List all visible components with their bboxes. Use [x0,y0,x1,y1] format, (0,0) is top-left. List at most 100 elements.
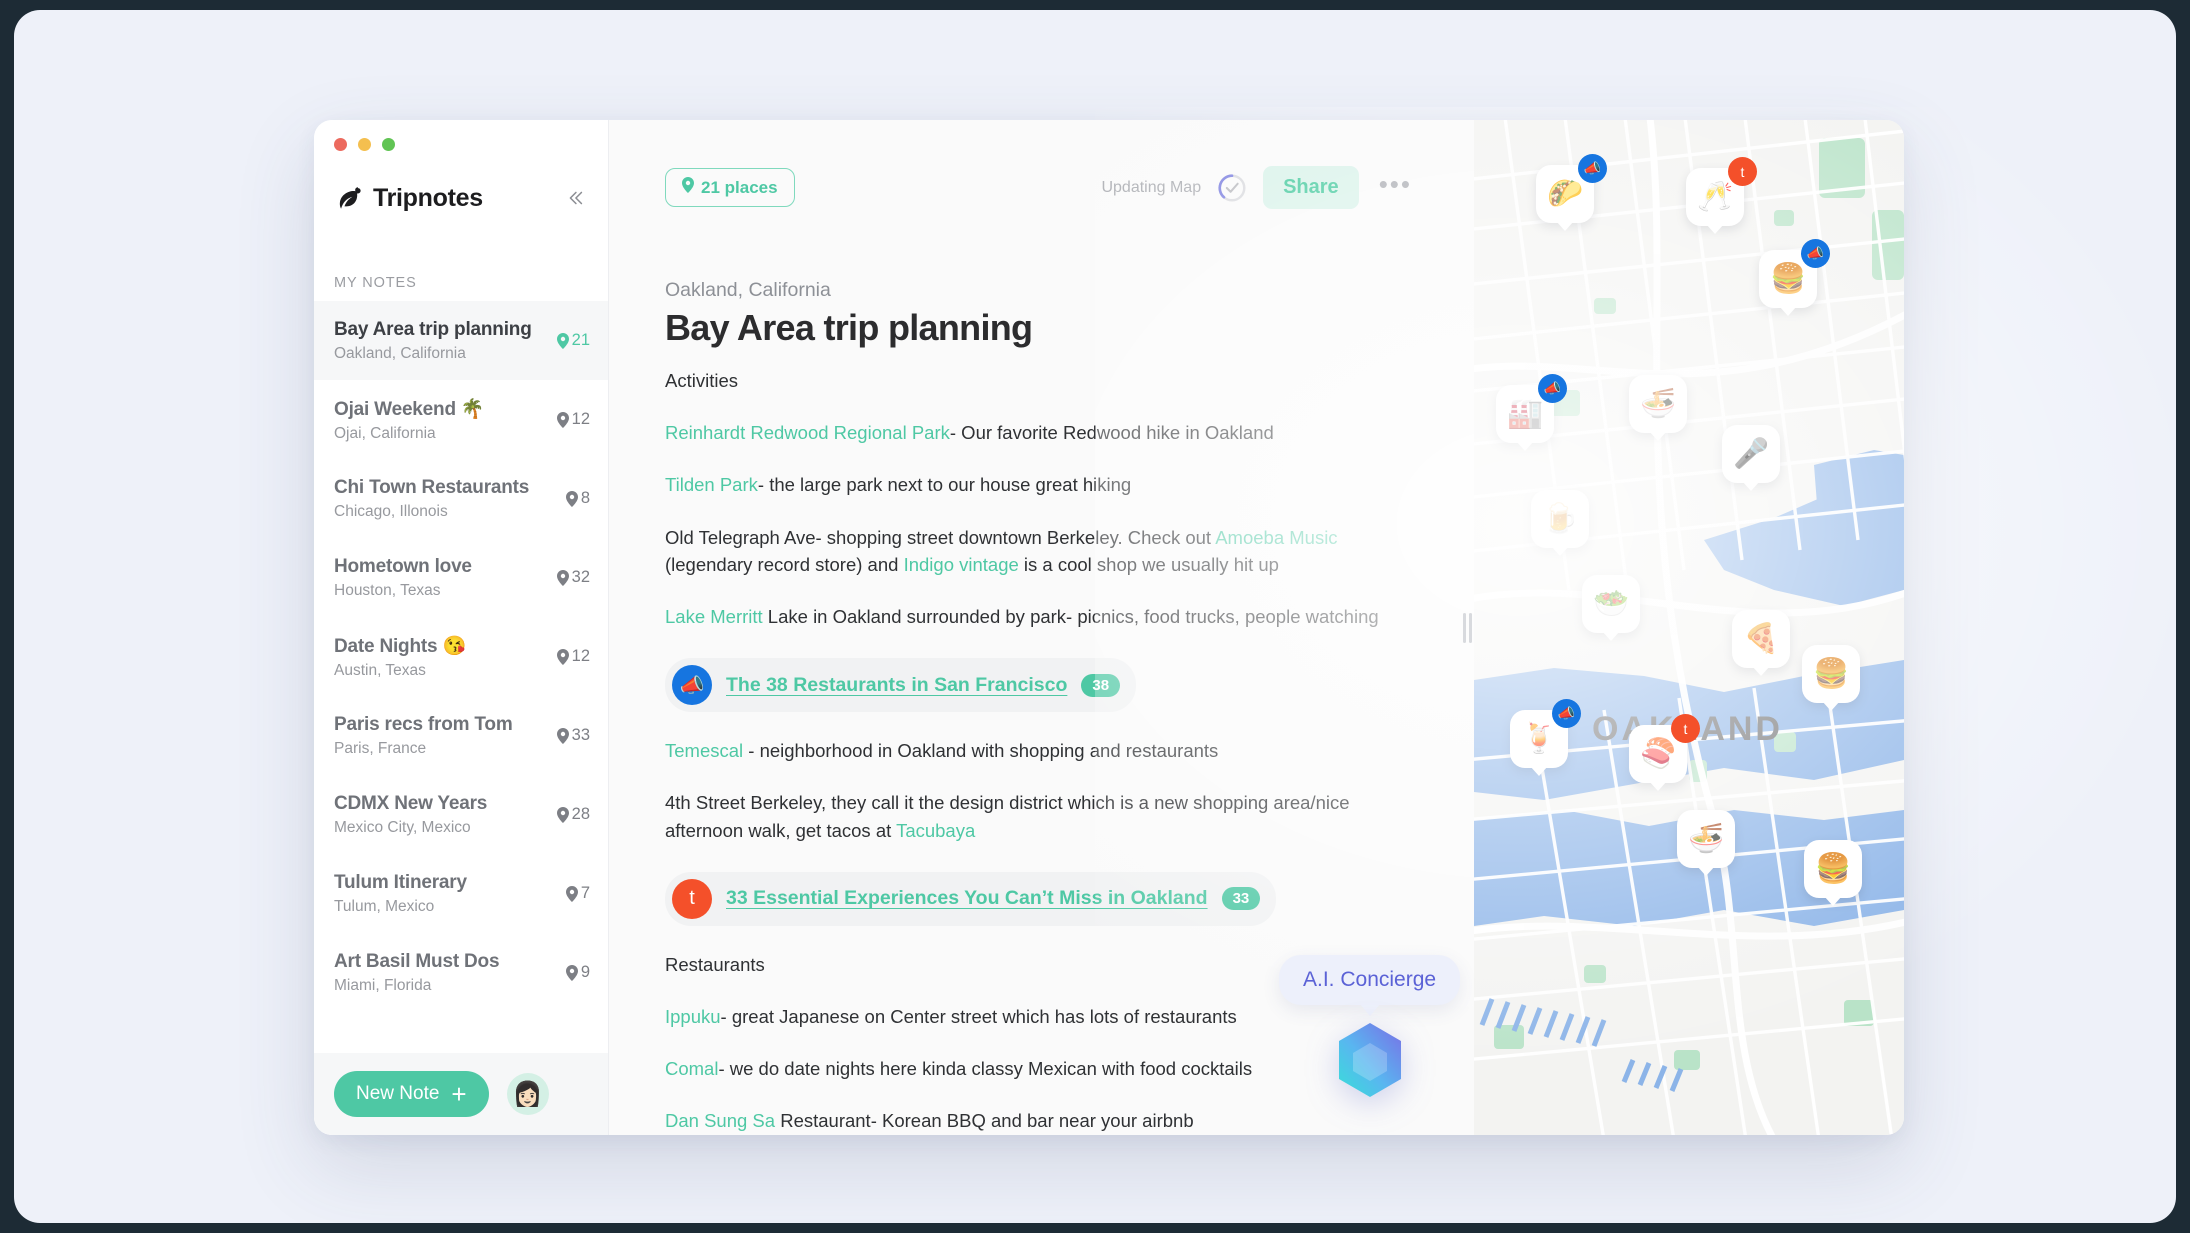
note-item-text: Chi Town Restaurants Chicago, Illonois [334,477,558,521]
note-item-title: CDMX New Years [334,792,488,814]
note-list-item[interactable]: CDMX New Years Mexico City, Mexico 28 [314,775,608,854]
embedded-link-title[interactable]: 33 Essential Experiences You Can’t Miss … [726,887,1208,910]
factory-pin[interactable]: 🏭 📣 [1496,374,1567,443]
note-text-run: - we do date nights here kinda classy Me… [718,1058,1253,1080]
thrillist-badge-icon: t [1728,157,1757,186]
drinks-pin[interactable]: 🥂 t [1686,157,1757,226]
section-heading-activities: Activities [665,370,738,391]
note-place-link[interactable]: Temescal [665,740,743,761]
note-text-run: - neighborhood in Oakland with shopping … [743,740,1219,762]
taco-pin[interactable]: 🌮 📣 [1536,154,1607,223]
megaphone-badge-icon: 📣 [1552,699,1581,728]
pizza-pin[interactable]: 🍕 [1732,610,1790,668]
beer-pin[interactable]: 🍺 [1531,490,1589,548]
karaoke-pin[interactable]: 🎤 [1722,425,1780,483]
note-title[interactable]: Bay Area trip planning [665,307,1418,349]
chevron-double-left-icon[interactable] [562,185,588,211]
note-item-count-value: 8 [580,489,590,507]
note-text-run: - great Japanese on Center street which … [720,1005,1237,1027]
close-window-button[interactable] [334,138,347,151]
note-item-place-count: 21 [556,331,590,350]
check-spinner-icon [1215,171,1249,205]
note-item-location: Ojai, California [334,424,436,442]
note-item-count-value: 7 [580,884,590,902]
places-count-pill[interactable]: 21 places [665,168,795,207]
activities-blocks: Reinhardt Redwood Regional Park- Our fav… [665,419,1418,630]
note-list-item[interactable]: Paris recs from Tom Paris, France 33 [314,696,608,775]
notes-list: Bay Area trip planning Oakland, Californi… [314,301,608,1053]
note-place-link[interactable]: Tilden Park [665,474,758,495]
burger3-pin[interactable]: 🍔 [1804,840,1862,898]
note-item-location: Austin, Texas [334,661,426,679]
share-button[interactable]: Share [1263,166,1359,209]
note-paragraph: Dan Sung Sa Restaurant- Korean BBQ and b… [665,1107,1418,1134]
note-place-link[interactable]: Dan Sung Sa [665,1110,775,1131]
burger2-pin[interactable]: 🍔 [1802,645,1860,703]
note-item-count-value: 32 [571,568,590,586]
new-note-button[interactable]: New Note + [334,1071,489,1117]
sidebar: Tripnotes MY NOTES Bay Area trip plannin… [314,120,609,1135]
note-list-item[interactable]: Ojai Weekend 🌴 Ojai, California 12 [314,380,608,459]
note-item-text: Bay Area trip planning Oakland, Californi… [334,319,549,363]
sushi-pin[interactable]: 🍣 t [1629,714,1700,783]
note-place-link[interactable]: Lake Merritt [665,606,763,627]
note-place-link[interactable]: Amoeba Music [1215,527,1337,548]
pane-resize-handle[interactable] [1460,120,1474,1135]
cocktail-pin[interactable]: 🍹 📣 [1510,699,1581,768]
note-item-place-count: 12 [556,410,590,429]
embedded-link-badge: 38 [1081,673,1121,697]
avatar[interactable]: 👩🏻 [506,1073,549,1115]
map-panel[interactable]: OAKLANDALA 🌮📣🥂t🍔📣🍜🏭📣🎤🍺🥗🍕🍔🍹📣🍣t🍜🍔 [1474,120,1904,1135]
new-note-label: New Note [356,1083,440,1104]
note-place-link[interactable]: Ippuku [665,1006,721,1027]
note-item-title: Date Nights 😘 [334,635,466,657]
note-list-item[interactable]: Date Nights 😘 Austin, Texas 12 [314,617,608,696]
embedded-link-title[interactable]: The 38 Restaurants in San Francisco [726,674,1067,697]
note-item-title: Paris recs from Tom [334,713,513,735]
note-list-item[interactable]: Hometown love Houston, Texas 32 [314,538,608,617]
noodles2-pin[interactable]: 🍜 [1677,810,1735,868]
window-traffic-lights [314,120,608,151]
note-paragraph: 4th Street Berkeley, they call it the de… [665,789,1418,843]
salad-pin[interactable]: 🥗 [1582,575,1640,633]
note-text-run: Lake in Oakland surrounded by park- picn… [762,605,1379,627]
note-paragraph: Tilden Park- the large park next to our … [665,471,1418,498]
note-place-link[interactable]: Tacubaya [896,820,975,841]
embedded-link-card-2[interactable]: t 33 Essential Experiences You Can’t Mis… [665,871,1277,926]
maximize-window-button[interactable] [382,138,395,151]
updating-map-status: Updating Map [1101,178,1202,196]
note-item-title: Chi Town Restaurants [334,476,530,498]
ai-concierge: A.I. Concierge [1279,955,1461,1099]
noodles-pin[interactable]: 🍜 [1629,375,1687,433]
note-text-run: Old Telegraph Ave- shopping street downt… [665,526,1216,548]
note-place-link[interactable]: Comal [665,1058,718,1079]
brand-name: Tripnotes [373,183,483,212]
note-text-run: 4th Street Berkeley, they call it the de… [665,792,1350,841]
note-text-run: (legendary record store) and [665,553,904,575]
places-count-label: 21 places [701,177,778,197]
note-list-item[interactable]: Art Basil Must Dos Miami, Florida 9 [314,933,608,1012]
sidebar-footer: New Note + 👩🏻 [314,1053,608,1135]
note-item-count-value: 28 [571,805,590,823]
note-item-title: Hometown love [334,555,472,577]
note-item-place-count: 28 [556,805,590,824]
desktop-background: Tripnotes MY NOTES Bay Area trip plannin… [14,10,2176,1223]
note-item-text: Paris recs from Tom Paris, France [334,714,549,758]
activities-blocks-2: Temescal - neighborhood in Oakland with … [665,737,1418,844]
note-list-item[interactable]: Tulum Itinerary Tulum, Mexico 7 [314,854,608,933]
more-options-icon[interactable]: ••• [1373,171,1418,197]
note-item-location: Miami, Florida [334,976,432,994]
minimize-window-button[interactable] [358,138,371,151]
note-place-link[interactable]: Reinhardt Redwood Regional Park [665,422,950,443]
burger-pin[interactable]: 🍔 📣 [1759,239,1830,308]
note-place-link[interactable]: Indigo vintage [904,554,1019,575]
note-item-title: Tulum Itinerary [334,871,467,893]
note-text-run: - the large park next to our house great… [757,474,1132,496]
note-list-item[interactable]: Bay Area trip planning Oakland, Californi… [314,301,608,380]
note-paragraph: Lake Merritt Lake in Oakland surrounded … [665,603,1418,630]
note-list-item[interactable]: Chi Town Restaurants Chicago, Illonois 8 [314,459,608,538]
thrillist-badge-icon: t [1671,714,1700,743]
note-text-run: - Our favorite Redwood hike in Oakland [949,422,1274,444]
ai-hexagon-icon[interactable] [1335,1021,1405,1099]
embedded-link-card-1[interactable]: 📣 The 38 Restaurants in San Francisco 38 [665,658,1137,713]
